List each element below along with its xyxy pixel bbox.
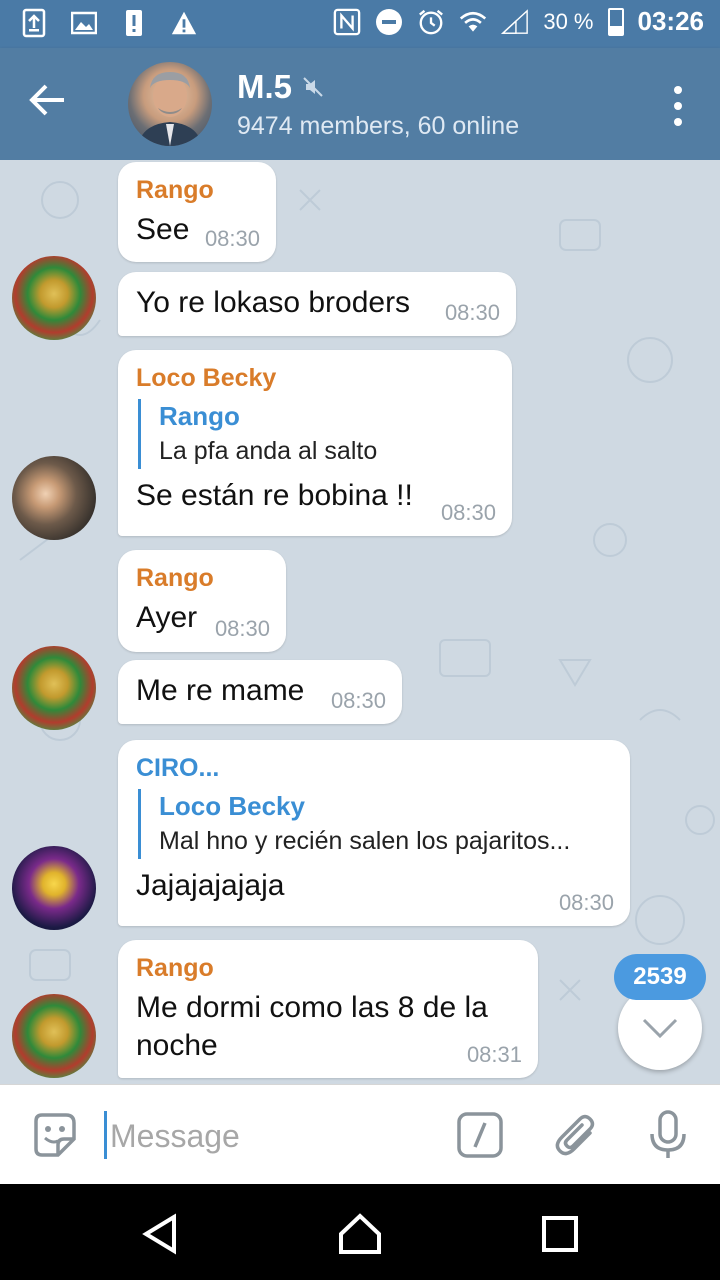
nav-home-icon[interactable]: [336, 1210, 384, 1258]
message-bubble[interactable]: Yo re lokaso broders 08:30: [118, 272, 516, 336]
message-time: 08:30: [204, 226, 260, 251]
reply-author: Rango: [159, 401, 240, 431]
nav-back-icon[interactable]: [136, 1210, 184, 1258]
avatar-rango[interactable]: [12, 994, 96, 1078]
reply-text: Mal hno y recién salen los pajaritos...: [159, 827, 571, 855]
muted-icon: [302, 68, 324, 106]
wifi-icon: [459, 7, 487, 37]
message-bubble[interactable]: Me re mame 08:30: [118, 660, 402, 724]
attach-icon[interactable]: [550, 1109, 602, 1161]
message-text: Yo re lokaso broders: [136, 286, 411, 319]
battery-percent: 30 %: [543, 8, 594, 34]
message-composer: [0, 1084, 720, 1185]
reply-author: Loco Becky: [159, 791, 305, 821]
status-bar: 30 % 03:26: [0, 0, 720, 48]
message-time: 08:30: [214, 616, 270, 641]
message-bubble[interactable]: Rango Me dormi como las 8 de la noche 08…: [118, 940, 538, 1078]
message-time: 08:30: [330, 688, 386, 713]
sticker-icon[interactable]: [28, 1109, 80, 1161]
clock: 03:26: [637, 6, 705, 36]
system-nav-bar: [0, 1184, 720, 1280]
back-arrow-icon[interactable]: [28, 82, 82, 126]
message-text: Jajajajajaja: [136, 869, 285, 902]
battery-icon: [607, 7, 624, 36]
chat-header: M.5 9474 members, 60 online: [0, 48, 720, 160]
chevron-down-icon: [642, 1018, 678, 1039]
message-time: 08:30: [444, 300, 500, 325]
message-time: 08:30: [558, 890, 614, 915]
avatar-loco-becky[interactable]: [12, 456, 96, 540]
more-options-icon[interactable]: [672, 86, 684, 126]
reply-text: La pfa anda al salto: [159, 437, 378, 465]
upload-icon: [20, 8, 48, 38]
chat-title[interactable]: M.5: [237, 68, 324, 106]
reply-preview[interactable]: Rango La pfa anda al salto: [138, 399, 494, 469]
reply-preview[interactable]: Loco Becky Mal hno y recién salen los pa…: [138, 789, 612, 859]
message-input[interactable]: [110, 1113, 440, 1159]
nfc-icon: [333, 7, 361, 37]
image-icon: [70, 8, 98, 38]
sender-name[interactable]: Rango: [136, 954, 520, 983]
message-bubble[interactable]: Rango See 08:30: [118, 162, 276, 262]
unread-count-badge[interactable]: 2539: [614, 954, 706, 1000]
microphone-icon[interactable]: [642, 1109, 694, 1161]
message-bubble[interactable]: Rango Ayer 08:30: [118, 550, 286, 652]
group-avatar[interactable]: [128, 62, 212, 146]
warning-icon: [170, 8, 198, 38]
message-time: 08:31: [466, 1042, 522, 1067]
signal-icon: [501, 7, 529, 37]
sender-name[interactable]: Loco Becky: [136, 364, 494, 393]
text-cursor: [104, 1111, 107, 1159]
nav-recents-icon[interactable]: [536, 1210, 584, 1258]
message-list[interactable]: Rango See 08:30 Yo re lokaso broders 08:…: [0, 160, 720, 1084]
chat-subtitle: 9474 members, 60 online: [237, 112, 520, 140]
avatar-rango[interactable]: [12, 256, 96, 340]
avatar-ciro[interactable]: [12, 846, 96, 930]
group-name: M.5: [237, 68, 293, 105]
message-bubble[interactable]: Loco Becky Rango La pfa anda al salto Se…: [118, 350, 512, 536]
sender-name[interactable]: Rango: [136, 176, 258, 205]
dnd-icon: [375, 7, 403, 37]
bot-commands-icon[interactable]: [454, 1109, 506, 1161]
message-time: 08:30: [440, 500, 496, 525]
sender-name[interactable]: Rango: [136, 564, 268, 593]
message-bubble[interactable]: CIRO... Loco Becky Mal hno y recién sale…: [118, 740, 630, 926]
alert-icon: [120, 8, 148, 38]
alarm-icon: [417, 7, 445, 37]
sender-name[interactable]: CIRO...: [136, 754, 612, 783]
avatar-rango[interactable]: [12, 646, 96, 730]
